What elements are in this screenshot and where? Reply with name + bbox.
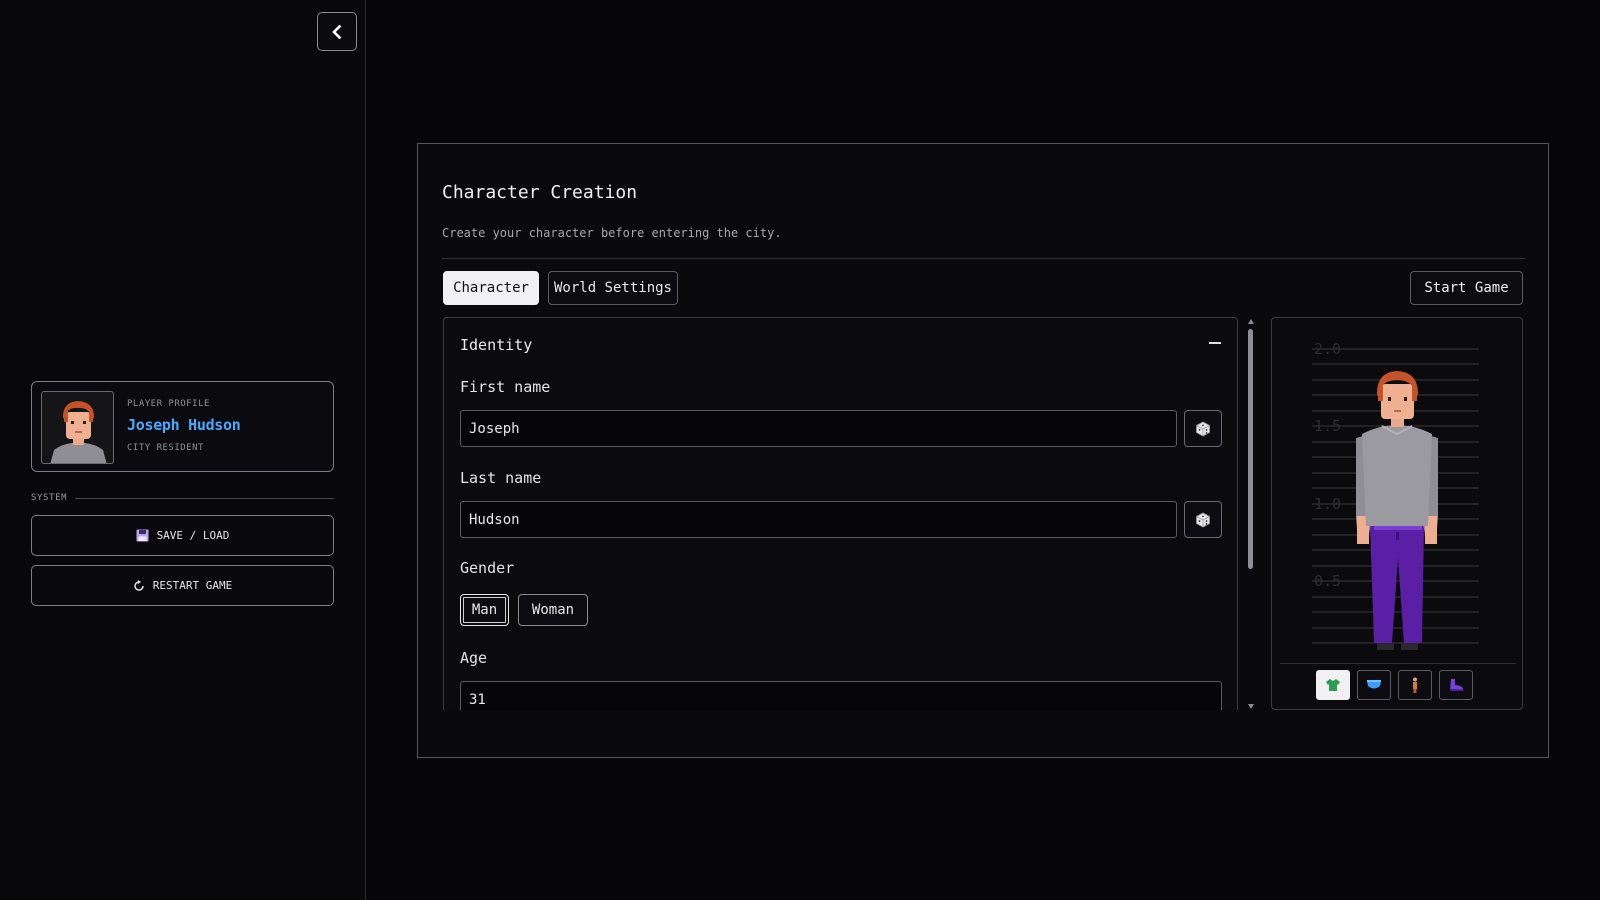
age-input[interactable] — [460, 681, 1222, 710]
last-name-label: Last name — [460, 469, 542, 487]
form-scrollbar[interactable] — [1247, 319, 1255, 709]
height-tick-1-0: 1.0 — [1314, 495, 1341, 513]
profile-subtitle: CITY RESIDENT — [127, 443, 204, 453]
system-label: SYSTEM — [31, 493, 68, 503]
last-name-input[interactable] — [460, 501, 1177, 538]
randomize-last-name-button[interactable] — [1184, 501, 1222, 538]
dice-icon — [1196, 421, 1210, 436]
identity-section-title: Identity — [460, 336, 533, 354]
save-load-button[interactable]: SAVE / LOAD — [31, 515, 334, 556]
tab-character[interactable]: Character — [443, 271, 539, 305]
outfit-pants-button[interactable] — [1357, 670, 1391, 700]
shoe-icon — [1450, 679, 1463, 691]
identity-form: Identity First name Last name — [443, 317, 1238, 710]
first-name-input[interactable] — [460, 410, 1177, 447]
height-chart: 2.0 1.5 1.0 0.5 — [1312, 340, 1479, 650]
header-divider — [442, 258, 1525, 259]
age-label: Age — [460, 649, 488, 667]
page-title: Character Creation — [442, 182, 638, 203]
preview-divider — [1280, 663, 1516, 664]
scroll-up-arrow[interactable] — [1248, 319, 1254, 324]
character-creation-panel: Character Creation Create your character… — [417, 143, 1549, 758]
restart-icon — [134, 579, 144, 591]
scroll-down-arrow[interactable] — [1248, 704, 1254, 709]
save-load-label: SAVE / LOAD — [156, 529, 230, 542]
restart-game-label: RESTART GAME — [152, 579, 233, 592]
gender-woman-button[interactable]: Woman — [518, 594, 588, 626]
system-divider — [75, 497, 334, 499]
floppy-disk-icon — [136, 529, 149, 542]
height-tick-2-0: 2.0 — [1314, 340, 1341, 358]
outfit-shoes-button[interactable] — [1439, 670, 1473, 700]
player-name: Joseph Hudson — [127, 416, 241, 434]
collapse-sidebar-button[interactable] — [317, 12, 357, 51]
page-description: Create your character before entering th… — [442, 226, 782, 240]
avatar — [41, 391, 114, 464]
height-tick-0-5: 0.5 — [1314, 572, 1341, 590]
shirt-icon — [1326, 679, 1340, 691]
character-sprite — [1356, 371, 1438, 650]
profile-label: PLAYER PROFILE — [127, 399, 210, 409]
randomize-first-name-button[interactable] — [1184, 410, 1222, 447]
gender-man-button[interactable]: Man — [460, 594, 509, 626]
chevron-left-icon — [332, 24, 342, 39]
dice-icon — [1196, 512, 1210, 527]
height-tick-1-5: 1.5 — [1314, 417, 1341, 435]
start-game-button[interactable]: Start Game — [1410, 271, 1523, 305]
sidebar: PLAYER PROFILE Joseph Hudson CITY RESIDE… — [0, 0, 366, 900]
collapse-section-icon[interactable] — [1209, 342, 1221, 344]
scroll-thumb[interactable] — [1248, 329, 1253, 569]
system-section-header: SYSTEM — [31, 493, 334, 503]
gender-label: Gender — [460, 559, 515, 577]
outfit-body-button[interactable] — [1398, 670, 1432, 700]
player-profile-card[interactable]: PLAYER PROFILE Joseph Hudson CITY RESIDE… — [31, 381, 334, 472]
restart-game-button[interactable]: RESTART GAME — [31, 565, 334, 606]
character-preview: 2.0 1.5 1.0 0.5 — [1271, 317, 1523, 710]
outfit-shirt-button[interactable] — [1316, 670, 1350, 700]
tab-world-settings[interactable]: World Settings — [548, 271, 678, 305]
first-name-label: First name — [460, 378, 551, 396]
pants-icon — [1367, 680, 1381, 689]
body-icon — [1413, 677, 1417, 693]
